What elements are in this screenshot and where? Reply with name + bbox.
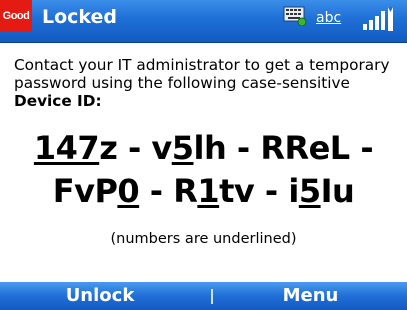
device-id-digit: 5 [298,172,321,210]
device-id-label: Device ID: [14,92,102,110]
underline-note: (numbers are underlined) [110,231,297,247]
device-id-line-1: 147z - v5lh - RReL - [0,127,407,170]
keyboard-icon[interactable] [283,6,307,26]
device-id-chars: tv - i [219,172,299,210]
device-id-line-2: FvP0 - R1tv - i5Iu [0,170,407,213]
page-title: Locked [42,6,118,28]
device-id-chars: FvP [52,172,118,210]
device-id-chars: z - v [99,129,172,167]
input-method-label[interactable]: abc [316,10,341,26]
device-id-chars: Iu [320,172,355,210]
device-id-digit: 5 [171,129,194,167]
instructions-text: Contact your IT administrator to get a t… [14,56,399,110]
good-logo: Good [0,0,32,32]
softkey-bar: Unlock Menu [0,282,407,310]
device-id-digits: 147 [33,129,100,167]
device-id-digit: 0 [117,172,140,210]
device-id-digit: 1 [197,172,220,210]
menu-button[interactable]: Menu [214,285,407,306]
device-id-chars: lh - RReL - [193,129,374,167]
unlock-button[interactable]: Unlock [0,285,200,306]
title-bar: Good Locked abc [0,0,407,43]
instructions-body: Contact your IT administrator to get a t… [14,56,390,92]
device-id-code: 147z - v5lh - RReL - FvP0 - R1tv - i5Iu [0,127,407,213]
device-id-chars: - R [139,172,198,210]
signal-strength-icon [363,7,393,31]
softkey-divider [211,289,213,304]
